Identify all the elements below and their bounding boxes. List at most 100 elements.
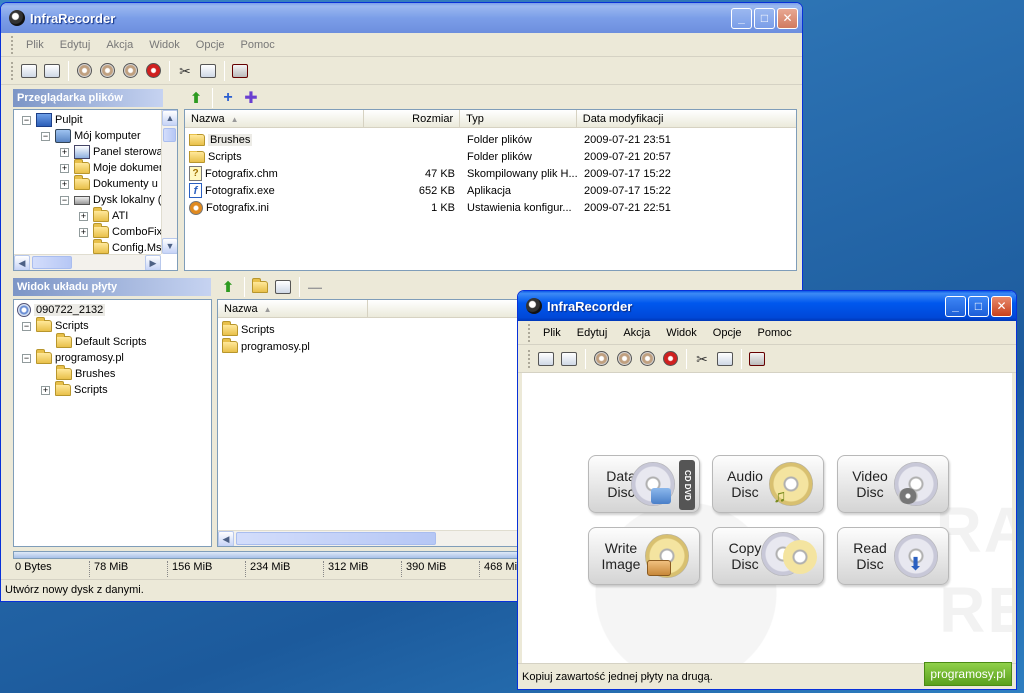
column-size[interactable]: Rozmiar: [364, 110, 461, 128]
expand-icon[interactable]: +: [79, 211, 88, 221]
close-button[interactable]: ✕: [777, 7, 798, 29]
menu-plik[interactable]: Plik: [535, 327, 569, 339]
expand-icon[interactable]: +: [60, 179, 69, 189]
open-project-button[interactable]: [535, 348, 557, 370]
collapse-icon[interactable]: −: [60, 195, 69, 205]
scroll-thumb[interactable]: [236, 532, 436, 545]
expand-icon[interactable]: +: [79, 227, 88, 237]
copy-disc-button[interactable]: [636, 348, 658, 370]
menu-edytuj[interactable]: Edytuj: [52, 39, 99, 51]
tree-item[interactable]: + ComboFix: [79, 223, 162, 240]
column-name[interactable]: Nazwa ▲: [185, 110, 365, 128]
burn-disc-button[interactable]: [590, 348, 612, 370]
tree-vertical-scrollbar[interactable]: ▲ ▼: [161, 110, 177, 254]
tree-item[interactable]: + Scripts: [41, 381, 108, 398]
erase-disc-button[interactable]: [659, 348, 681, 370]
tree-item[interactable]: 090722_2132: [17, 302, 106, 318]
tree-item[interactable]: − Dysk lokalny (: [60, 192, 161, 208]
list-item[interactable]: ? Fotografix.chm 47 KB Skompilowany plik …: [185, 165, 728, 182]
tree-item[interactable]: + Panel sterowa: [60, 144, 163, 160]
audio-disc-button[interactable]: Audio Disc ♫: [712, 455, 824, 513]
close-button[interactable]: ✕: [991, 295, 1012, 317]
drive-properties-button[interactable]: [714, 348, 736, 370]
scroll-right-button[interactable]: ▶: [145, 255, 161, 270]
list-item[interactable]: Scripts: [222, 320, 275, 338]
list-item[interactable]: Fotografix.ini 1 KB Ustawienia konfigur.…: [185, 199, 728, 216]
add-files-button[interactable]: +: [217, 87, 239, 109]
main-titlebar[interactable]: InfraRecorder _ □ ✕: [1, 3, 802, 33]
maximize-button[interactable]: □: [968, 295, 989, 317]
tree-item[interactable]: + Dokumenty u: [60, 175, 158, 192]
scroll-left-button[interactable]: ◀: [218, 531, 234, 546]
maximize-button[interactable]: □: [754, 7, 775, 29]
file-list[interactable]: Nazwa ▲ Rozmiar Typ Data modyfikacji Brus…: [184, 109, 797, 271]
new-folder-button[interactable]: [249, 276, 271, 298]
tools-button[interactable]: ✂: [691, 348, 713, 370]
expand-icon[interactable]: +: [60, 147, 69, 157]
disc-list-horizontal-scrollbar[interactable]: ◀: [218, 530, 526, 546]
tree-item[interactable]: Default Scripts: [56, 333, 147, 350]
drive-properties-button[interactable]: [197, 60, 219, 82]
rename-button[interactable]: [272, 276, 294, 298]
menu-pomoc[interactable]: Pomoc: [233, 39, 283, 51]
scroll-down-button[interactable]: ▼: [162, 238, 177, 254]
disc-go-up-button[interactable]: ⬆: [217, 276, 239, 298]
burn-disc-button[interactable]: [73, 60, 95, 82]
add-all-button[interactable]: ✚: [240, 87, 262, 109]
menu-widok[interactable]: Widok: [658, 327, 705, 339]
collapse-icon[interactable]: −: [22, 115, 31, 125]
scroll-thumb[interactable]: [163, 128, 176, 142]
collapse-icon[interactable]: −: [41, 131, 50, 141]
tree-item[interactable]: − Scripts: [22, 317, 89, 334]
menu-edytuj[interactable]: Edytuj: [569, 327, 616, 339]
tree-item[interactable]: − Pulpit: [22, 112, 83, 128]
scroll-thumb[interactable]: [32, 256, 72, 269]
list-item[interactable]: programosy.pl: [222, 337, 310, 355]
save-project-button[interactable]: [558, 348, 580, 370]
exit-button[interactable]: [229, 60, 251, 82]
remove-button[interactable]: —: [304, 276, 326, 298]
minimize-button[interactable]: _: [731, 7, 752, 29]
express-titlebar[interactable]: InfraRecorder _ □ ✕: [518, 291, 1016, 321]
menu-opcje[interactable]: Opcje: [188, 39, 233, 51]
expand-icon[interactable]: +: [60, 163, 69, 173]
expand-icon[interactable]: +: [41, 385, 50, 395]
read-disc-button[interactable]: Read Disc ⬇: [837, 527, 949, 585]
burn-image-button[interactable]: [96, 60, 118, 82]
scroll-left-button[interactable]: ◀: [14, 255, 30, 270]
explorer-tree[interactable]: − Pulpit − Mój komputer + Panel sterowa + Mo…: [13, 109, 178, 271]
minimize-button[interactable]: _: [945, 295, 966, 317]
tree-item[interactable]: + Moje dokumer: [60, 159, 163, 176]
tools-button[interactable]: ✂: [174, 60, 196, 82]
tree-horizontal-scrollbar[interactable]: ◀ ▶: [14, 254, 161, 270]
menu-akcja[interactable]: Akcja: [98, 39, 141, 51]
go-up-button[interactable]: ⬆: [185, 87, 207, 109]
write-image-button[interactable]: Write Image: [588, 527, 700, 585]
erase-disc-button[interactable]: [142, 60, 164, 82]
disc-item-list[interactable]: Nazwa ▲ Scripts programosy.pl ◀: [217, 299, 527, 547]
column-date[interactable]: Data modyfikacji: [577, 110, 796, 128]
menu-opcje[interactable]: Opcje: [705, 327, 750, 339]
scroll-up-button[interactable]: ▲: [162, 110, 177, 126]
tree-item[interactable]: − programosy.pl: [22, 349, 124, 366]
menu-pomoc[interactable]: Pomoc: [750, 327, 800, 339]
collapse-icon[interactable]: −: [22, 321, 31, 331]
exit-button[interactable]: [746, 348, 768, 370]
data-disc-button[interactable]: Data Disc CD DVD: [588, 455, 700, 513]
copy-disc-button[interactable]: Copy Disc: [712, 527, 824, 585]
disc-tree[interactable]: 090722_2132 − Scripts Default Scripts − pr…: [13, 299, 212, 547]
tree-item[interactable]: + ATI: [79, 207, 128, 224]
save-project-button[interactable]: [41, 60, 63, 82]
column-type[interactable]: Typ: [460, 110, 577, 128]
video-disc-button[interactable]: Video Disc: [837, 455, 949, 513]
list-item[interactable]: Brushes Folder plików 2009-07-21 23:51: [185, 131, 728, 148]
menu-akcja[interactable]: Akcja: [615, 327, 658, 339]
copy-disc-button[interactable]: [119, 60, 141, 82]
menu-widok[interactable]: Widok: [141, 39, 188, 51]
tree-item[interactable]: − Mój komputer: [41, 128, 141, 144]
list-item[interactable]: f Fotografix.exe 652 KB Aplikacja 2009-07…: [185, 182, 728, 199]
tree-item[interactable]: Brushes: [56, 365, 115, 382]
menu-plik[interactable]: Plik: [18, 39, 52, 51]
collapse-icon[interactable]: −: [22, 353, 31, 363]
column-name[interactable]: Nazwa ▲: [218, 300, 368, 318]
